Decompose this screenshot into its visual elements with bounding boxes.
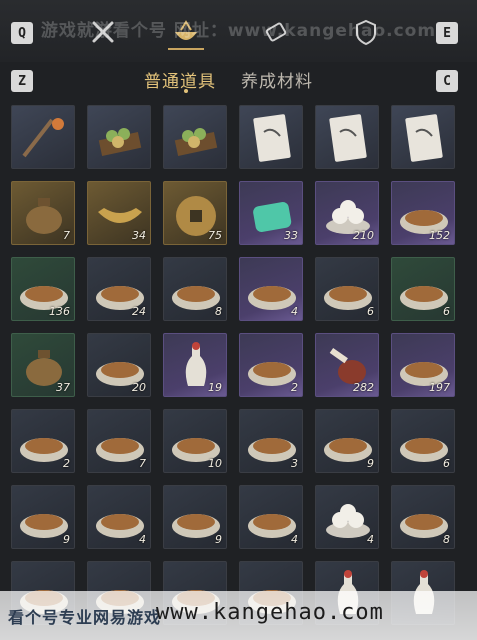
- inventory-slot[interactable]: 4: [315, 485, 379, 549]
- inventory-slot[interactable]: 210: [315, 181, 379, 245]
- inventory-slot[interactable]: [11, 105, 75, 169]
- item-quantity: 152: [429, 229, 450, 242]
- inventory-slot[interactable]: 19: [163, 333, 227, 397]
- inventory-slot[interactable]: [391, 105, 455, 169]
- inventory-slot[interactable]: 4: [239, 257, 303, 321]
- watermark-bottom-cn: 看个号专业网易游戏: [8, 608, 162, 627]
- horse-card-icon: [253, 114, 291, 162]
- inventory-slot[interactable]: [239, 105, 303, 169]
- inventory-slot[interactable]: [315, 105, 379, 169]
- pastry-tray-icon: [174, 128, 218, 156]
- inventory-slot[interactable]: 7: [87, 409, 151, 473]
- horse-card-icon: [329, 114, 367, 162]
- inventory-slot[interactable]: 37: [11, 333, 75, 397]
- watermark-top: 游戏就游看个号 网址：www.kangehao.com: [40, 21, 437, 41]
- inventory-slot[interactable]: [163, 105, 227, 169]
- inventory-slot[interactable]: 152: [391, 181, 455, 245]
- inventory-slot[interactable]: 8: [163, 257, 227, 321]
- next-tab-key[interactable]: C: [436, 70, 458, 92]
- inventory-slot[interactable]: 2: [11, 409, 75, 473]
- item-quantity: 197: [429, 381, 450, 394]
- horse-card-icon: [405, 114, 443, 162]
- inventory-slot[interactable]: 6: [391, 409, 455, 473]
- item-quantity: 34: [132, 229, 146, 242]
- inventory-slot[interactable]: 9: [11, 485, 75, 549]
- item-quantity: 8: [443, 533, 450, 546]
- inventory-slot[interactable]: 10: [163, 409, 227, 473]
- inventory-slot[interactable]: 7: [11, 181, 75, 245]
- inventory-slot[interactable]: 2: [239, 333, 303, 397]
- item-quantity: 7: [139, 457, 146, 470]
- item-quantity: 136: [49, 305, 70, 318]
- item-quantity: 9: [215, 533, 222, 546]
- inventory-slot[interactable]: 75: [163, 181, 227, 245]
- item-quantity: 210: [353, 229, 374, 242]
- inventory-slot[interactable]: 9: [163, 485, 227, 549]
- green-buns-tray-icon: [98, 128, 142, 156]
- inventory-slot[interactable]: 9: [315, 409, 379, 473]
- item-quantity: 4: [291, 533, 298, 546]
- item-quantity: 37: [56, 381, 70, 394]
- active-category-indicator: [168, 48, 204, 50]
- sub-tabs: Z 普通道具 养成材料 C: [0, 62, 477, 96]
- item-quantity: 2: [291, 381, 298, 394]
- item-quantity: 4: [139, 533, 146, 546]
- item-quantity: 6: [443, 457, 450, 470]
- inventory-slot[interactable]: 282: [315, 333, 379, 397]
- item-quantity: 9: [63, 533, 70, 546]
- inventory-slot[interactable]: 6: [315, 257, 379, 321]
- item-quantity: 75: [208, 229, 222, 242]
- inventory-slot[interactable]: [87, 105, 151, 169]
- item-quantity: 33: [284, 229, 298, 242]
- active-tab-dot: [184, 89, 188, 93]
- item-quantity: 6: [443, 305, 450, 318]
- inventory-slot[interactable]: 4: [87, 485, 151, 549]
- item-quantity: 20: [132, 381, 146, 394]
- inventory-slot[interactable]: 6: [391, 257, 455, 321]
- inventory-slot[interactable]: 136: [11, 257, 75, 321]
- watermark-bottom-url: www.kangehao.com: [156, 600, 384, 625]
- item-quantity: 9: [367, 457, 374, 470]
- tab-common-items[interactable]: 普通道具: [144, 67, 216, 92]
- item-quantity: 2: [63, 457, 70, 470]
- inventory-slot[interactable]: 24: [87, 257, 151, 321]
- inventory-slot[interactable]: 3: [239, 409, 303, 473]
- inventory-slot[interactable]: 20: [87, 333, 151, 397]
- item-quantity: 7: [63, 229, 70, 242]
- inventory-slot[interactable]: 34: [87, 181, 151, 245]
- prev-tab-key[interactable]: Z: [11, 70, 33, 92]
- inventory-slot[interactable]: 8: [391, 485, 455, 549]
- item-quantity: 4: [291, 305, 298, 318]
- inventory-slot[interactable]: 197: [391, 333, 455, 397]
- item-quantity: 6: [367, 305, 374, 318]
- item-quantity: 24: [132, 305, 146, 318]
- item-quantity: 19: [208, 381, 222, 394]
- item-quantity: 10: [208, 457, 222, 470]
- top-navigation-bar: Q E 游戏就游看个号 网址：www.kangehao.com: [0, 0, 477, 62]
- item-quantity: 4: [367, 533, 374, 546]
- pickaxe-lantern-icon: [22, 118, 64, 158]
- tab-growth-materials[interactable]: 养成材料: [241, 67, 313, 92]
- inventory-slot[interactable]: 33: [239, 181, 303, 245]
- item-quantity: 282: [353, 381, 374, 394]
- inventory-slot[interactable]: 4: [239, 485, 303, 549]
- item-quantity: 8: [215, 305, 222, 318]
- item-quantity: 3: [291, 457, 298, 470]
